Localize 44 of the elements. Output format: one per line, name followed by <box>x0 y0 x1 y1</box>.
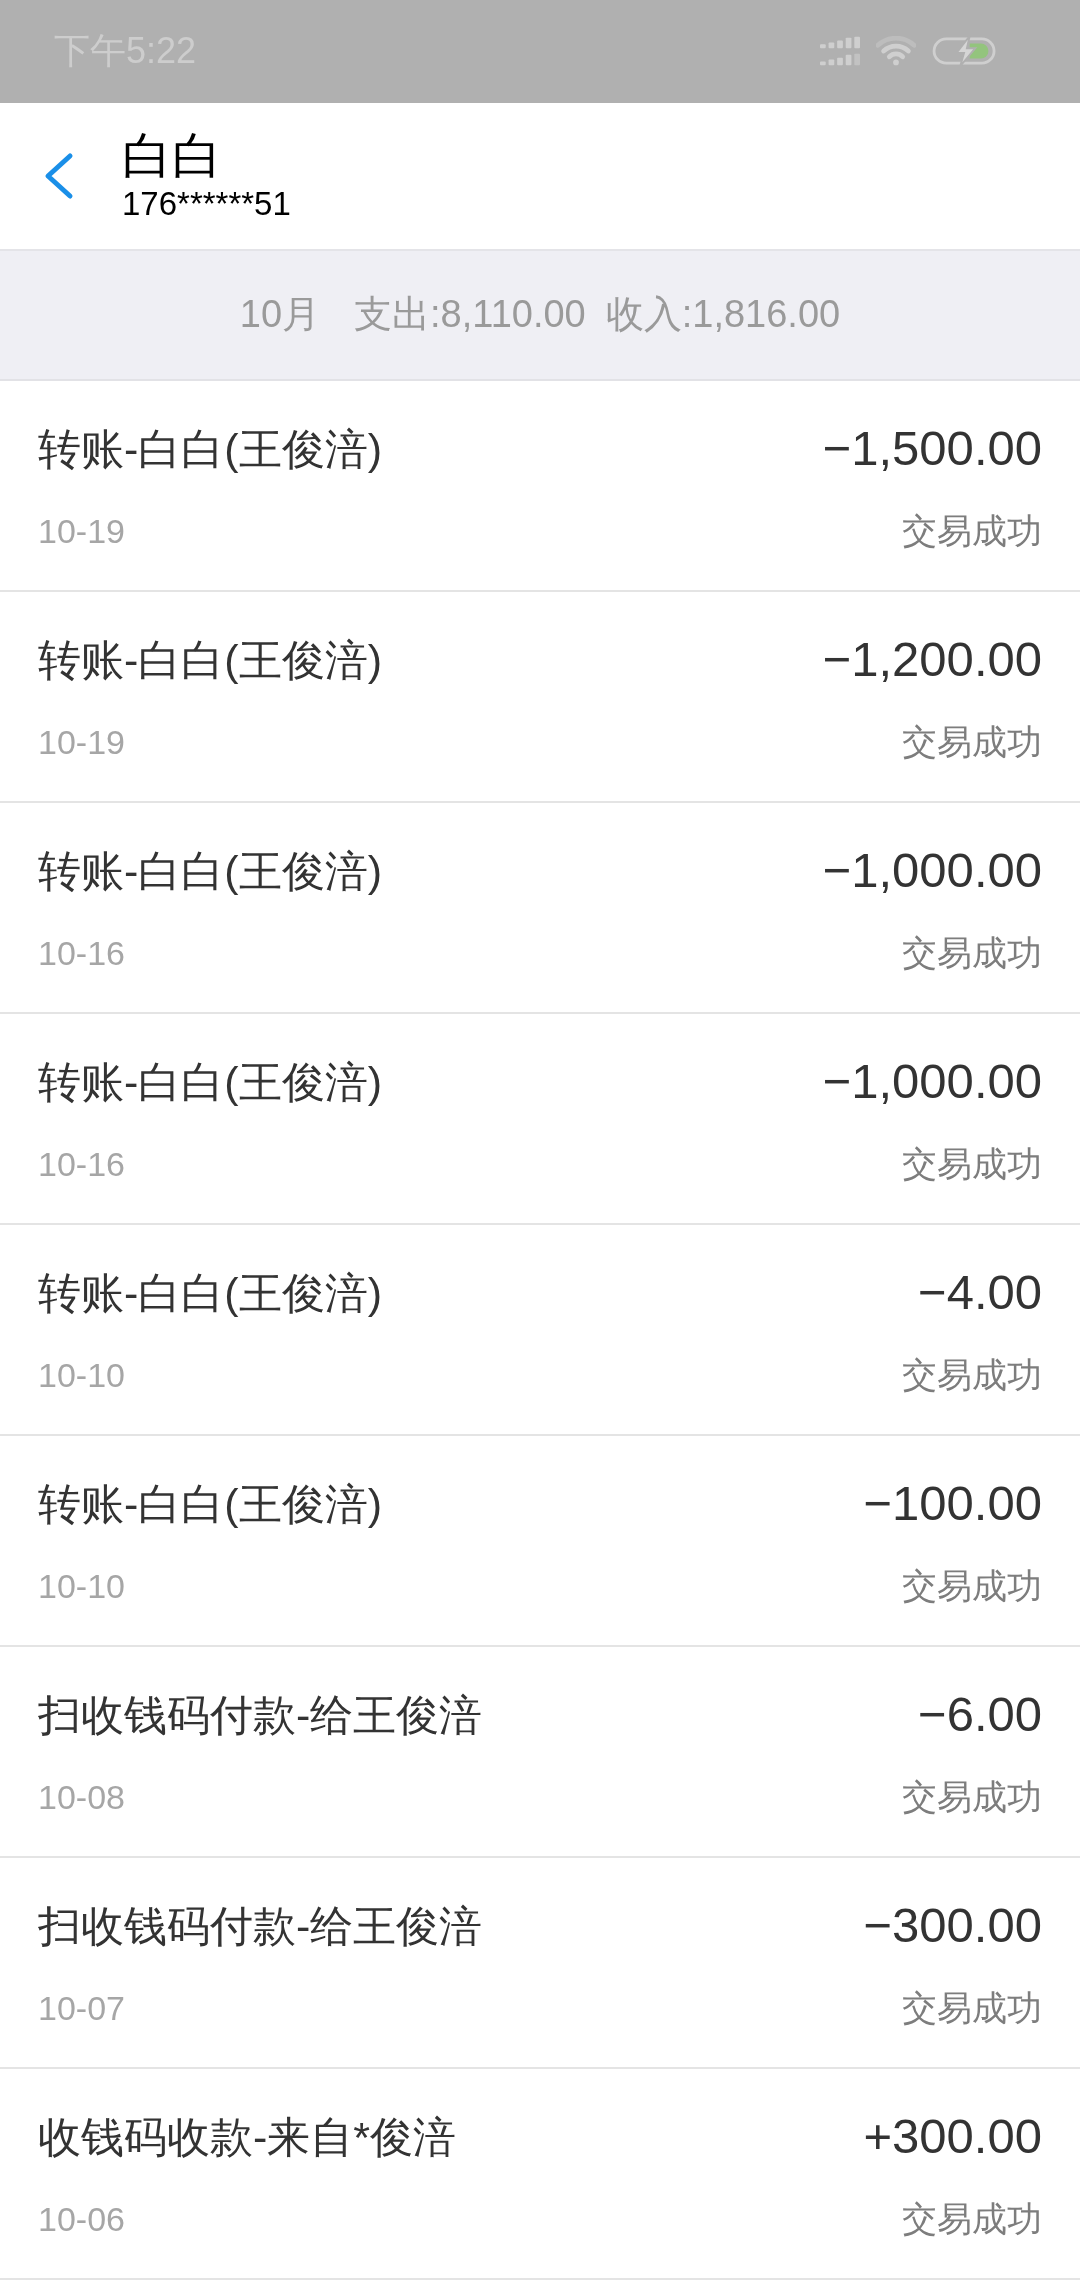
transaction-date: 10-10 <box>38 1565 125 1607</box>
contact-name: 白白 <box>122 128 223 185</box>
transaction-title: 扫收钱码付款-给王俊涪 <box>38 1689 483 1741</box>
transaction-title: 转账-白白(王俊涪) <box>38 634 382 686</box>
income-total: 收入:1,816.00 <box>605 292 841 338</box>
transaction-status: 交易成功 <box>902 931 1042 974</box>
transaction-amount: −4.00 <box>918 1264 1042 1322</box>
month-label: 10月 <box>239 292 321 338</box>
transaction-date: 10-16 <box>38 1143 125 1185</box>
transaction-status: 交易成功 <box>902 1775 1042 1818</box>
transaction-amount: −300.00 <box>863 1897 1042 1955</box>
transaction-status: 交易成功 <box>902 1142 1042 1185</box>
transaction-title: 收钱码收款-来自*俊涪 <box>38 2111 457 2163</box>
wifi-icon <box>876 36 916 67</box>
transaction-title: 转账-白白(王俊涪) <box>38 845 382 897</box>
transaction-date: 10-19 <box>38 721 125 763</box>
transaction-amount: +300.00 <box>863 2108 1042 2166</box>
transaction-status: 交易成功 <box>902 1353 1042 1396</box>
transaction-title: 转账-白白(王俊涪) <box>38 1056 382 1108</box>
transaction-amount: −1,500.00 <box>822 420 1042 478</box>
transaction-status: 交易成功 <box>902 720 1042 763</box>
transaction-date: 10-07 <box>38 1987 125 2029</box>
transaction-amount: −1,200.00 <box>822 631 1042 689</box>
signal-icon <box>820 36 860 67</box>
transaction-date: 10-08 <box>38 1776 125 1818</box>
transaction-title: 转账-白白(王俊涪) <box>38 1267 382 1319</box>
transaction-status: 交易成功 <box>902 509 1042 552</box>
transaction-date: 10-19 <box>38 510 125 552</box>
transaction-status: 交易成功 <box>902 2197 1042 2240</box>
phone-number: 176******51 <box>122 184 291 224</box>
transaction-amount: −6.00 <box>918 1686 1042 1744</box>
transaction-title: 扫收钱码付款-给王俊涪 <box>38 1900 483 1952</box>
transaction-date: 10-10 <box>38 1354 125 1396</box>
transaction-status: 交易成功 <box>902 1986 1042 2029</box>
expense-total: 支出:8,110.00 <box>354 292 586 338</box>
transaction-status: 交易成功 <box>902 1564 1042 1607</box>
transaction-title: 转账-白白(王俊涪) <box>38 1478 382 1530</box>
transaction-amount: −100.00 <box>863 1475 1042 1533</box>
battery-charging-icon <box>932 36 998 67</box>
transaction-amount: −1,000.00 <box>822 842 1042 900</box>
transaction-date: 10-06 <box>38 2198 125 2240</box>
transaction-date: 10-16 <box>38 932 125 974</box>
transaction-title: 转账-白白(王俊涪) <box>38 423 382 475</box>
transaction-amount: −1,000.00 <box>822 1053 1042 1111</box>
